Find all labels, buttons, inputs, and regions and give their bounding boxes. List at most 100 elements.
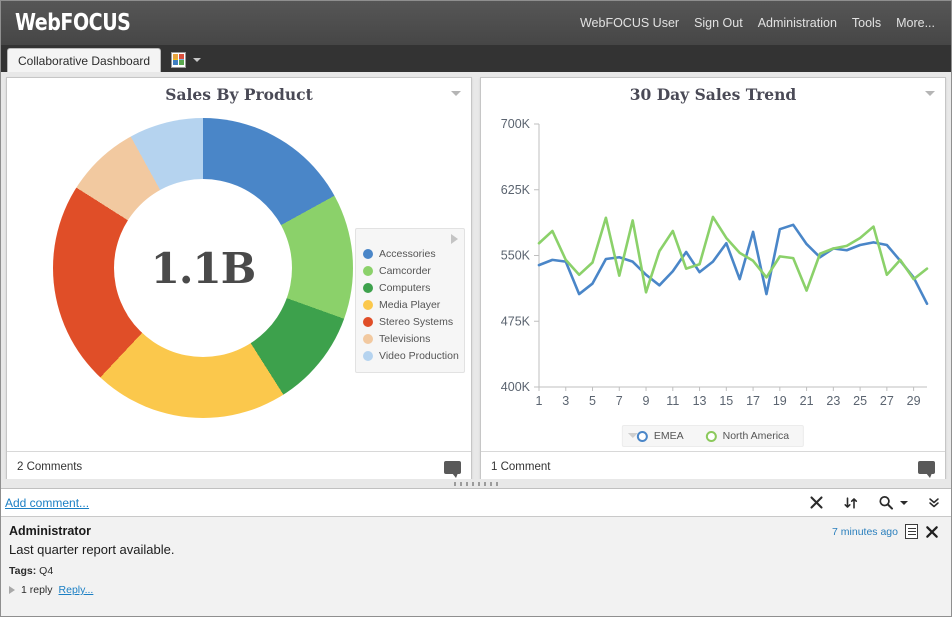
list-item: Administrator 7 minutes ago Last quarter… xyxy=(9,524,941,596)
donut-total-label: 1.1B xyxy=(150,243,257,293)
legend-swatch xyxy=(363,265,373,276)
comment-bubble-icon[interactable] xyxy=(918,460,935,478)
comment-bubble-icon[interactable] xyxy=(444,460,461,478)
panel-body: 400K 475K 550K 625K 700K 1 3 5 7 9 11 13 15 17 19 21 23 2… xyxy=(481,110,945,451)
webfocus-application: WebFOCUS WebFOCUS User Sign Out Administ… xyxy=(0,0,952,617)
comment-author: Administrator xyxy=(9,524,91,538)
pane-resize-handle[interactable] xyxy=(1,479,951,488)
reply-link[interactable]: Reply... xyxy=(59,584,94,596)
comments-toolbar: Add comment... xyxy=(1,489,951,517)
svg-text:1: 1 xyxy=(536,394,543,408)
panel-header: Sales By Product xyxy=(7,78,471,110)
add-comment-link[interactable]: Add comment... xyxy=(5,496,89,510)
webfocus-logo: WebFOCUS xyxy=(15,10,131,36)
svg-text:5: 5 xyxy=(589,394,596,408)
grip-dots xyxy=(454,481,498,486)
legend-item-accessories[interactable]: Accessories xyxy=(363,245,457,262)
svg-text:11: 11 xyxy=(666,394,679,408)
svg-text:29: 29 xyxy=(907,394,921,408)
banner-link-administration[interactable]: Administration xyxy=(758,16,837,30)
banner-link-tools[interactable]: Tools xyxy=(852,16,881,30)
donut-chart: 1.1B Accessories Camcorder Computers Med… xyxy=(7,110,471,451)
chevron-down-icon[interactable] xyxy=(900,500,908,505)
chevron-down-icon[interactable] xyxy=(925,91,935,96)
legend-label: North America xyxy=(722,430,790,442)
refresh-icon[interactable] xyxy=(843,495,859,511)
dashboard-canvas: Sales By Product 1.1B Accessories Camcor… xyxy=(1,72,951,488)
tab-tools xyxy=(171,52,202,72)
legend-item-computers[interactable]: Computers xyxy=(363,279,457,296)
comment-tags: Tags: Q4 xyxy=(9,565,941,577)
legend-expand-icon[interactable] xyxy=(451,234,458,244)
comments-tool-group xyxy=(809,495,941,511)
panel-footer: 2 Comments xyxy=(7,451,471,482)
comment-timestamp: 7 minutes ago xyxy=(832,525,898,538)
panel-footer: 1 Comment xyxy=(481,451,945,482)
legend-label: Media Player xyxy=(379,298,441,311)
expand-triangle-icon[interactable] xyxy=(9,586,15,594)
legend-item-camcorder[interactable]: Camcorder xyxy=(363,262,457,279)
tab-collaborative-dashboard[interactable]: Collaborative Dashboard xyxy=(7,48,162,73)
legend-item-stereo-systems[interactable]: Stereo Systems xyxy=(363,313,457,330)
panel-body: 1.1B Accessories Camcorder Computers Med… xyxy=(7,110,471,451)
legend-item-emea[interactable]: EMEA xyxy=(636,430,684,442)
search-control[interactable] xyxy=(878,495,908,511)
legend-label: Stereo Systems xyxy=(379,315,454,328)
legend-item-media-player[interactable]: Media Player xyxy=(363,296,457,313)
comment-body: Last quarter report available. xyxy=(9,542,175,557)
svg-text:3: 3 xyxy=(562,394,569,408)
svg-text:9: 9 xyxy=(643,394,650,408)
report-icon[interactable] xyxy=(171,52,187,68)
close-icon[interactable] xyxy=(925,525,939,539)
chevron-down-icon[interactable] xyxy=(451,91,461,96)
banner-link-more[interactable]: More... xyxy=(896,16,935,30)
donut-ring[interactable]: 1.1B xyxy=(53,118,353,418)
legend-label: EMEA xyxy=(653,430,684,442)
legend-label: Computers xyxy=(379,281,431,294)
donut-legend: Accessories Camcorder Computers Media Pl… xyxy=(355,228,465,373)
banner-link-user[interactable]: WebFOCUS User xyxy=(580,16,679,30)
legend-label: Accessories xyxy=(379,247,436,260)
legend-swatch xyxy=(636,430,648,442)
page-title: 30 Day Sales Trend xyxy=(629,84,797,104)
comment-tags-value: Q4 xyxy=(39,565,54,577)
tab-bar: Collaborative Dashboard xyxy=(1,45,951,73)
banner-link-signout[interactable]: Sign Out xyxy=(694,16,743,30)
chevron-down-icon[interactable] xyxy=(193,58,202,62)
comment-replies-row: 1 reply Reply... xyxy=(9,584,941,596)
svg-text:19: 19 xyxy=(773,394,787,408)
search-icon xyxy=(879,495,893,510)
line-chart: 400K 475K 550K 625K 700K 1 3 5 7 9 11 13 15 17 19 21 23 2… xyxy=(481,110,945,451)
legend-swatch xyxy=(363,316,373,327)
svg-text:13: 13 xyxy=(693,394,707,408)
legend-label: Camcorder xyxy=(379,264,431,277)
legend-swatch xyxy=(363,350,373,361)
legend-item-video-production[interactable]: Video Production xyxy=(363,347,459,364)
legend-item-televisions[interactable]: Televisions xyxy=(363,330,457,347)
page-title: Sales By Product xyxy=(165,84,313,104)
comment-tags-label: Tags: xyxy=(9,565,37,577)
svg-text:23: 23 xyxy=(826,394,840,408)
svg-text:15: 15 xyxy=(719,394,733,408)
legend-collapse-icon[interactable] xyxy=(627,433,638,438)
panel-sales-by-product: Sales By Product 1.1B Accessories Camcor… xyxy=(6,77,472,483)
line-chart-legend: EMEA North America xyxy=(621,425,805,447)
svg-text:17: 17 xyxy=(746,394,760,408)
reply-count-label: 1 reply xyxy=(21,584,53,596)
comment-count-label: 2 Comments xyxy=(17,461,83,473)
svg-text:550K: 550K xyxy=(501,249,531,263)
edit-document-icon[interactable] xyxy=(905,524,918,539)
panel-30-day-sales-trend: 30 Day Sales Trend 400K 475K 550K 625K 700K 1… xyxy=(480,77,946,483)
legend-item-north-america[interactable]: North America xyxy=(705,430,790,442)
legend-swatch xyxy=(363,299,373,310)
comments-list: Administrator 7 minutes ago Last quarter… xyxy=(1,517,951,616)
comment-meta: 7 minutes ago xyxy=(832,524,939,539)
close-icon[interactable] xyxy=(809,495,824,510)
legend-label: Televisions xyxy=(379,332,431,345)
tab-label: Collaborative Dashboard xyxy=(18,54,151,68)
donut-center: 1.1B xyxy=(114,179,292,357)
collapse-all-icon[interactable] xyxy=(927,495,941,510)
legend-swatch xyxy=(363,248,373,259)
line-chart-svg[interactable]: 400K475K550K625K700K1 3 5 7 9 11 13 15 17 19 21 23 2… xyxy=(481,110,941,445)
svg-text:400K: 400K xyxy=(501,380,531,394)
